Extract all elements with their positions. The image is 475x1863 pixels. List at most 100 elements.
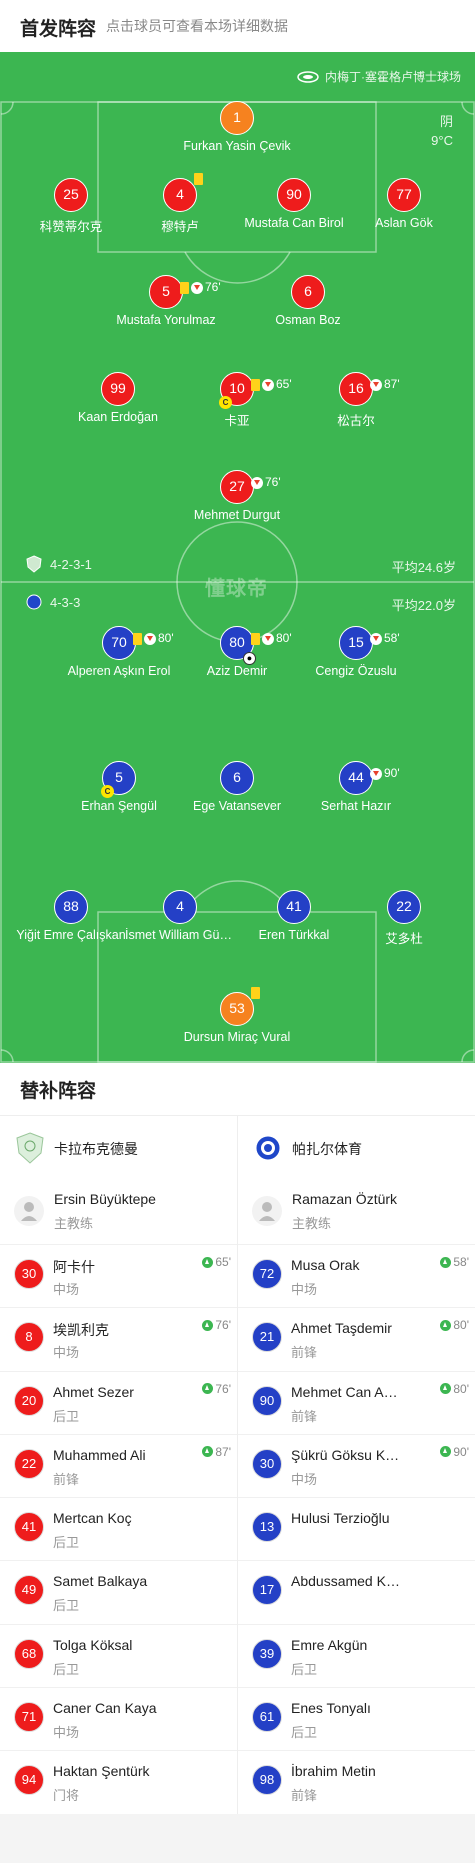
substitute-position: 中场 [291, 1471, 318, 1487]
sub-out-icon [191, 281, 203, 294]
away-team-row[interactable]: 帕扎尔体育 [238, 1116, 475, 1180]
player-number: 44 90' [339, 761, 400, 795]
substitute-row[interactable]: 71 Caner Can Kaya 中场 [0, 1687, 237, 1750]
sub-in-time: 76' [215, 1318, 231, 1333]
substitute-row[interactable]: 41 Mertcan Koç 后卫 [0, 1497, 237, 1560]
substitute-row[interactable]: 30 阿卡什 中场 65' [0, 1244, 237, 1307]
player-number: 22 [387, 890, 421, 924]
pitch: 内梅丁·塞霍格卢博士球场 阴 9°C 懂球帝 4-2-3-1 平均24.6岁 4… [0, 52, 475, 1063]
away-team-crest-icon [26, 594, 42, 610]
player-away-f3[interactable]: 15 58' Cengiz Özuslu [281, 626, 431, 678]
substitute-number: 20 [14, 1385, 44, 1416]
venue-info: 内梅丁·塞霍格卢博士球场 [297, 68, 461, 85]
yellow-card-icon [251, 632, 260, 645]
substitute-number: 13 [252, 1512, 282, 1543]
player-number: 88 [54, 890, 88, 924]
substitute-row[interactable]: 94 Haktan Şentürk 门将 [0, 1750, 237, 1813]
substitute-number: 94 [14, 1765, 44, 1796]
player-home-a3[interactable]: 16 87' 松古尔 [281, 372, 431, 429]
player-number: 4 [163, 173, 203, 212]
page-footer [0, 1814, 475, 1863]
substitute-row[interactable]: 30 Şükrü Göksu Kaya 中场 90' [238, 1433, 475, 1497]
player-home-gk[interactable]: 1 Furkan Yasin Çevik [162, 101, 312, 153]
substitute-row[interactable]: 39 Emre Akgün 后卫 [238, 1623, 475, 1687]
sub-in-marker: 58' [440, 1255, 469, 1269]
player-number: 80 80' ● [220, 626, 292, 665]
substitute-position: 中场 [53, 1345, 80, 1361]
sub-in-marker: 76' [202, 1318, 231, 1332]
sub-in-icon [440, 1319, 452, 1331]
substitute-position: 前锋 [53, 1471, 80, 1487]
person-placeholder-icon [21, 1202, 37, 1221]
sub-in-time: 58' [453, 1255, 469, 1269]
player-number: 70 80' [102, 626, 174, 660]
substitute-row[interactable]: 22 Muhammed Ali 前锋 87' [0, 1433, 237, 1497]
substitute-row[interactable]: 21 Ahmet Taşdemir 前锋 80' [238, 1307, 475, 1370]
sub-in-icon [440, 1256, 452, 1268]
substitute-row[interactable]: 17 Abdussamed Karnuçu [238, 1560, 475, 1623]
sub-out-icon [370, 632, 382, 645]
away-coach-row[interactable]: Ramazan Öztürk 主教练 [238, 1180, 475, 1244]
player-events: 76' [180, 272, 221, 303]
sub-out-icon [370, 767, 382, 780]
away-avg-age: 平均22.0岁 [391, 598, 456, 613]
player-number: 41 [277, 890, 311, 924]
substitute-name: Mehmet Can Arslan [291, 1383, 401, 1400]
sub-out-time: 76' [205, 280, 221, 294]
player-number: 25 [54, 178, 88, 212]
substitute-name: Emre Akgün [291, 1636, 368, 1653]
substitute-row[interactable]: 20 Ahmet Sezer 后卫 76' [0, 1370, 237, 1434]
player-home-d4[interactable]: 77 Aslan Gök [329, 178, 475, 230]
captain-badge: C [219, 396, 232, 409]
substitute-row[interactable]: 90 Mehmet Can Arslan 前锋 80' [238, 1370, 475, 1434]
home-coach-row[interactable]: Ersin Büyüktepe 主教练 [0, 1180, 237, 1244]
sub-out-time: 87' [384, 377, 400, 391]
substitute-row[interactable]: 72 Musa Orak 中场 58' [238, 1244, 475, 1307]
player-events [251, 987, 260, 999]
player-number: 10 65' C [219, 372, 292, 409]
substitute-number: 72 [252, 1259, 282, 1289]
substitute-name: Abdussamed Karnuçu [291, 1573, 401, 1590]
player-away-gk[interactable]: 53 Dursun Miraç Vural [162, 987, 312, 1044]
home-team-crest-icon [26, 555, 42, 573]
substitute-row[interactable]: 98 İbrahim Metin 前锋 [238, 1750, 475, 1813]
person-placeholder-icon [259, 1202, 275, 1221]
player-number: 15 58' [339, 626, 400, 660]
substitute-row[interactable]: 68 Tolga Köksal 后卫 [0, 1623, 237, 1687]
coach-role: 主教练 [292, 1216, 332, 1231]
substitute-number: 17 [252, 1575, 282, 1606]
sub-in-marker: 65' [202, 1255, 231, 1269]
substitute-row[interactable]: 8 埃凯利克 中场 76' [0, 1307, 237, 1370]
home-team-row[interactable]: 卡拉布克德曼 [0, 1116, 237, 1180]
player-home-m2[interactable]: 6 Osman Boz [233, 275, 383, 327]
substitute-number: 71 [14, 1702, 44, 1733]
yellow-card-icon [251, 987, 260, 999]
player-home-m1[interactable]: 5 76' Mustafa Yorulmaz [91, 275, 241, 327]
substitute-number: 98 [252, 1765, 282, 1796]
player-name: Yiğit Emre Çalışkan [16, 928, 126, 942]
sub-out-time: 58' [384, 631, 400, 645]
coach-role: 主教练 [54, 1216, 94, 1231]
substitute-row[interactable]: 61 Enes Tonyalı 后卫 [238, 1687, 475, 1750]
player-name: 松古尔 [337, 414, 375, 428]
player-away-m3[interactable]: 44 90' Serhat Hazır [281, 761, 431, 813]
sub-in-icon [202, 1256, 214, 1268]
substitute-row[interactable]: 13 Hulusi Terzioğlu [238, 1497, 475, 1560]
venue-name: 内梅丁·塞霍格卢博士球场 [325, 70, 461, 84]
player-away-d4[interactable]: 22 艾多杜 [329, 890, 475, 947]
coach-avatar [14, 1196, 44, 1226]
substitute-position: 门将 [53, 1788, 80, 1804]
player-away-d1[interactable]: 88 Yiğit Emre Çalışkan [16, 890, 126, 942]
player-home-st[interactable]: 27 76' Mehmet Durgut [162, 470, 312, 522]
player-name: 艾多杜 [385, 932, 423, 946]
substitute-row[interactable]: 49 Samet Balkaya 后卫 [0, 1560, 237, 1623]
player-number: 4 [163, 890, 197, 924]
coach-name: Ramazan Öztürk [292, 1191, 398, 1207]
substitute-name: Şükrü Göksu Kaya [291, 1446, 401, 1463]
sub-out-icon [262, 632, 274, 645]
sub-out-icon [251, 476, 263, 489]
sub-in-time: 80' [453, 1318, 469, 1333]
player-name: Furkan Yasin Çevik [183, 139, 291, 153]
substitute-position: 前锋 [291, 1408, 318, 1424]
player-events: 87' [370, 369, 400, 400]
